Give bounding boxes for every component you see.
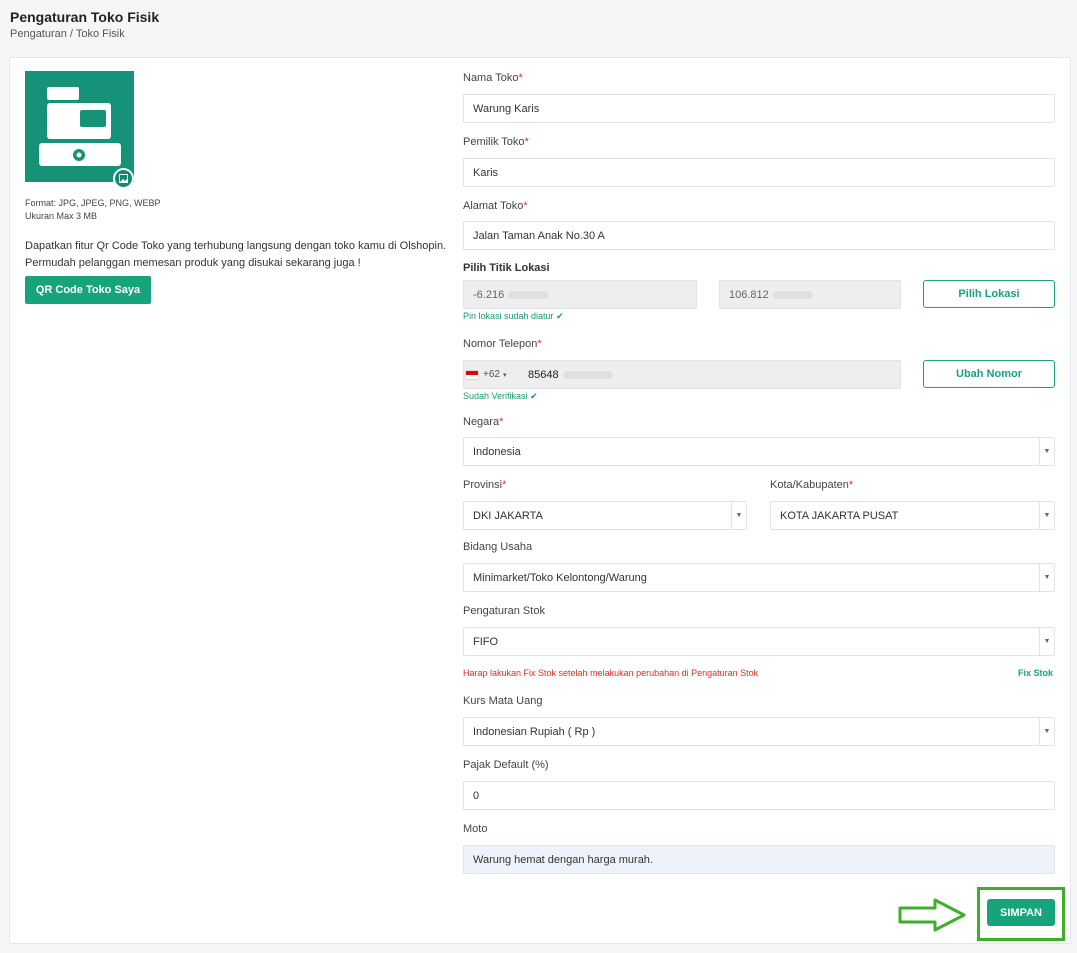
- image-icon: [119, 174, 128, 183]
- check-icon: ✔: [530, 391, 538, 401]
- phone-label: Nomor Telepon*: [463, 338, 542, 350]
- chevron-down-icon: ▼: [1039, 628, 1054, 655]
- fix-stock-link[interactable]: Fix Stok: [1018, 668, 1053, 678]
- cash-register-icon: [39, 87, 121, 166]
- chevron-down-icon: ▼: [1039, 564, 1054, 591]
- longitude-input: 106.812: [719, 280, 901, 309]
- stock-warning: Harap lakukan Fix Stok setelah melakukan…: [463, 668, 759, 678]
- store-name-label: Nama Toko*: [463, 72, 523, 84]
- owner-input[interactable]: Karis: [463, 158, 1055, 187]
- currency-select[interactable]: Indonesian Rupiah ( Rp ) ▼: [463, 717, 1055, 746]
- address-input[interactable]: Jalan Taman Anak No.30 A: [463, 221, 1055, 250]
- choose-location-button[interactable]: Pilih Lokasi: [923, 280, 1055, 308]
- province-select[interactable]: DKI JAKARTA ▼: [463, 501, 747, 530]
- breadcrumb: Pengaturan / Toko Fisik: [10, 28, 125, 40]
- chevron-down-icon: ▼: [1039, 502, 1054, 529]
- qr-code-button[interactable]: QR Code Toko Saya: [25, 276, 151, 304]
- country-select[interactable]: Indonesia ▼: [463, 437, 1055, 466]
- stock-select[interactable]: FIFO ▼: [463, 627, 1055, 656]
- change-number-button[interactable]: Ubah Nomor: [923, 360, 1055, 388]
- phone-input: 85648: [463, 360, 901, 389]
- check-icon: ✔: [556, 311, 564, 321]
- country-code-select[interactable]: +62 ▾: [465, 363, 506, 386]
- tax-input[interactable]: 0: [463, 781, 1055, 810]
- business-select[interactable]: Minimarket/Toko Kelontong/Warung ▼: [463, 563, 1055, 592]
- blurred-value: [772, 290, 813, 299]
- blurred-value: [562, 370, 613, 379]
- country-label: Negara*: [463, 416, 504, 428]
- tax-label: Pajak Default (%): [463, 759, 549, 771]
- address-label: Alamat Toko*: [463, 200, 528, 212]
- stock-label: Pengaturan Stok: [463, 605, 545, 617]
- chevron-down-icon: ▼: [1039, 438, 1054, 465]
- image-size-note: Ukuran Max 3 MB: [25, 211, 98, 221]
- arrow-right-icon: [898, 898, 966, 932]
- store-name-input[interactable]: Warung Karis: [463, 94, 1055, 123]
- owner-label: Pemilik Toko*: [463, 136, 529, 148]
- page-title: Pengaturan Toko Fisik: [10, 9, 160, 25]
- blurred-value: [508, 290, 549, 299]
- phone-status: Sudah Verifikasi ✔: [463, 391, 538, 401]
- location-status: Pin lokasi sudah diatur ✔: [463, 311, 564, 321]
- image-edit-button[interactable]: [113, 168, 134, 189]
- chevron-down-icon: ▾: [502, 371, 507, 379]
- store-image[interactable]: [25, 71, 134, 182]
- city-label: Kota/Kabupaten*: [770, 479, 854, 491]
- currency-label: Kurs Mata Uang: [463, 695, 543, 707]
- highlight-box: [977, 887, 1065, 941]
- image-format-note: Format: JPG, JPEG, PNG, WEBP: [25, 198, 161, 208]
- city-select[interactable]: KOTA JAKARTA PUSAT ▼: [770, 501, 1055, 530]
- province-label: Provinsi*: [463, 479, 507, 491]
- chevron-down-icon: ▼: [731, 502, 746, 529]
- chevron-down-icon: ▼: [1039, 718, 1054, 745]
- qr-description: Dapatkan fitur Qr Code Toko yang terhubu…: [25, 240, 447, 269]
- motto-label: Moto: [463, 823, 488, 835]
- indonesia-flag-icon: [465, 369, 479, 380]
- motto-input[interactable]: Warung hemat dengan harga murah.: [463, 845, 1055, 874]
- location-label: Pilih Titik Lokasi: [463, 262, 550, 274]
- latitude-input: -6.216: [463, 280, 697, 309]
- business-label: Bidang Usaha: [463, 541, 533, 553]
